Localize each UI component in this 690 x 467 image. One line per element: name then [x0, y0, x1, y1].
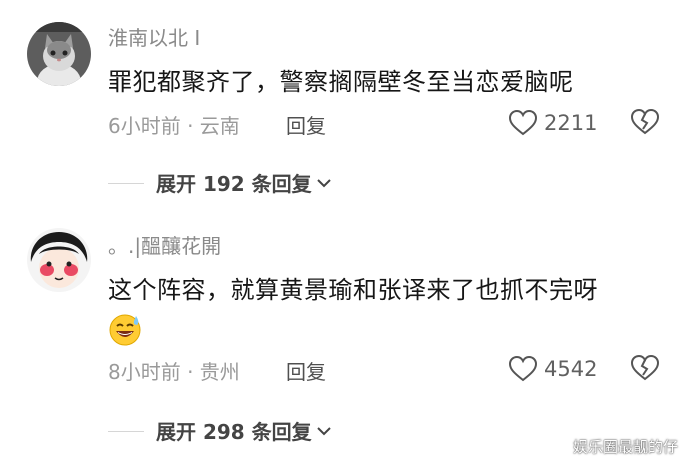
- comment-text: 这个阵容，就算黄景瑜和张译来了也抓不完呀: [108, 276, 598, 304]
- cat-avatar-icon: [27, 22, 91, 86]
- divider-line: [108, 431, 144, 432]
- reply-button[interactable]: 回复: [286, 356, 326, 385]
- expand-replies-row: 展开 298 条回复: [108, 416, 408, 446]
- broken-heart-icon: [630, 354, 660, 381]
- heart-icon: [508, 355, 538, 382]
- expand-replies-button[interactable]: 展开 298 条回复: [156, 416, 332, 445]
- username[interactable]: 。.|醞釀花開: [108, 230, 221, 259]
- expand-replies-label: 展开 298 条回复: [156, 420, 312, 444]
- like-count: 2211: [544, 111, 598, 135]
- sweat-smile-emoji-icon: [108, 312, 142, 346]
- watermark: 娱乐圈最靓的仔: [572, 438, 678, 456]
- expand-replies-row: 展开 192 条回复: [108, 168, 408, 198]
- expand-replies-button[interactable]: 展开 192 条回复: [156, 168, 332, 197]
- username[interactable]: 淮南以北 I: [108, 22, 200, 51]
- chevron-down-icon: [316, 178, 331, 187]
- heart-icon: [508, 109, 538, 136]
- like-button[interactable]: 4542: [508, 354, 597, 384]
- user-avatar[interactable]: [27, 22, 91, 86]
- cartoon-face-avatar-icon: [27, 228, 91, 292]
- like-button[interactable]: 2211: [508, 108, 597, 138]
- comment-time-location: 6小时前 · 云南: [108, 114, 240, 138]
- chevron-down-icon: [316, 426, 331, 435]
- comment-time-location: 8小时前 · 贵州: [108, 360, 240, 384]
- dislike-button[interactable]: [630, 108, 660, 140]
- comment-list: 淮南以北 I 罪犯都聚齐了，警察搁隔壁冬至当恋爱脑呢 6小时前 · 云南 回复 …: [0, 0, 690, 467]
- expand-replies-label: 展开 192 条回复: [156, 172, 312, 196]
- comment-meta: 8小时前 · 贵州 回复 4542: [108, 354, 668, 384]
- like-count: 4542: [544, 357, 598, 381]
- dislike-button[interactable]: [630, 354, 660, 386]
- comment-text: 罪犯都聚齐了，警察搁隔壁冬至当恋爱脑呢: [108, 68, 574, 96]
- user-avatar[interactable]: [27, 228, 91, 292]
- divider-line: [108, 183, 144, 184]
- reply-button[interactable]: 回复: [286, 110, 326, 139]
- comment-meta: 6小时前 · 云南 回复 2211: [108, 108, 668, 138]
- broken-heart-icon: [630, 108, 660, 135]
